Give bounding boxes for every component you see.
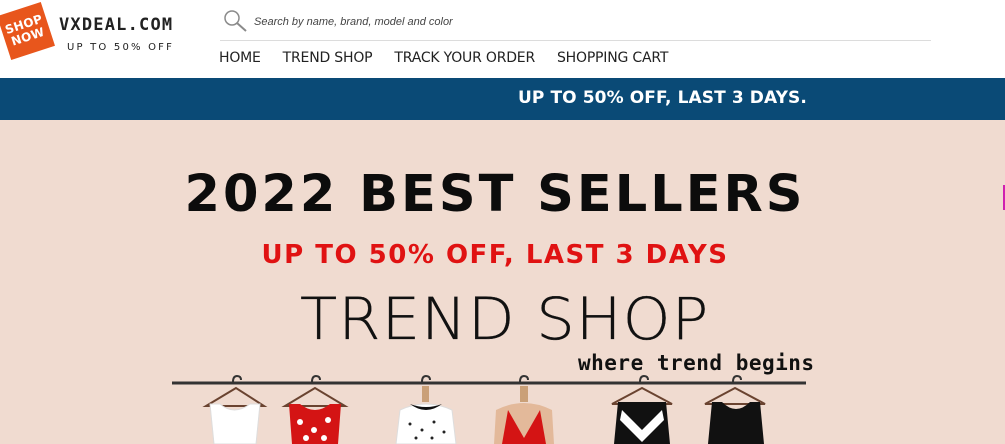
nav-trend-shop[interactable]: TREND SHOP	[283, 50, 373, 66]
site-name[interactable]: VXDEAL.COM	[59, 15, 173, 35]
hero-banner[interactable]: 2022 BEST SELLERS UP TO 50% OFF, LAST 3 …	[0, 120, 1005, 444]
nav-track-order[interactable]: TRACK YOUR ORDER	[394, 50, 535, 66]
site-tagline: UP TO 50% OFF	[67, 42, 175, 53]
red-polka-dress-icon	[281, 374, 349, 444]
red-halter-dress-icon	[494, 374, 554, 444]
white-dress-icon	[202, 374, 268, 444]
search-icon[interactable]	[222, 8, 248, 34]
black-dress-icon	[704, 374, 766, 444]
search-bar	[220, 6, 931, 41]
polka-collar-dress-icon	[395, 374, 457, 444]
nav-shopping-cart[interactable]: SHOPPING CART	[557, 50, 668, 66]
shop-now-logo[interactable]: SHOP NOW	[0, 2, 55, 60]
promo-text[interactable]: UP TO 50% OFF, LAST 3 DAYS.	[518, 88, 807, 108]
clothing-rack-illustration	[172, 374, 806, 444]
nav-home[interactable]: HOME	[219, 50, 261, 66]
main-nav: HOME TREND SHOP TRACK YOUR ORDER SHOPPIN…	[219, 50, 668, 66]
site-header: SHOP NOW VXDEAL.COM UP TO 50% OFF HOME T…	[0, 0, 1005, 78]
promo-bar: UP TO 50% OFF, LAST 3 DAYS.	[0, 78, 1005, 120]
chevron-dress-icon	[611, 374, 673, 444]
search-input[interactable]	[254, 12, 854, 32]
